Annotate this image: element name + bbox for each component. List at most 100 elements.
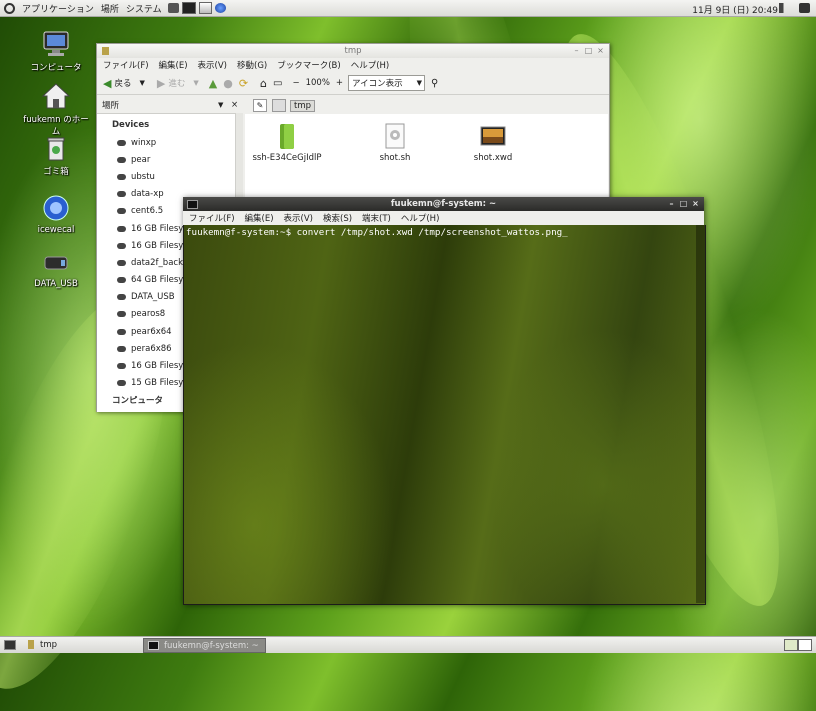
network-icon[interactable] (167, 3, 179, 13)
forward-button[interactable]: ▶ 進む ▼ (157, 77, 199, 90)
forward-arrow-icon: ▶ (156, 76, 166, 90)
drive-icon (117, 156, 126, 163)
chevron-down-icon[interactable]: ▼ (218, 101, 223, 109)
file-name: ssh-E34CeGjIdlP (252, 153, 322, 163)
sidebar-header[interactable]: 場所 ▼ × (97, 97, 243, 113)
folder-icon (28, 640, 34, 649)
menu-view[interactable]: 表示(V) (284, 212, 313, 224)
sidebar-item-label: pear6x64 (131, 326, 172, 337)
home-folder-icon (41, 82, 71, 110)
sidebar-item-label: 16 GB Filesys (131, 361, 188, 372)
minimize-button[interactable]: – (572, 46, 581, 55)
desktop-icon-data-usb[interactable]: DATA_USB (21, 248, 91, 289)
chevron-down-icon: ▼ (416, 79, 423, 87)
file-item[interactable]: ssh-E34CeGjIdlP (247, 122, 327, 163)
chevron-down-icon: ▼ (139, 79, 145, 87)
drive-icon (117, 259, 126, 266)
drive-icon (117, 294, 126, 301)
taskbar-item-tmp[interactable]: tmp (24, 638, 140, 651)
menu-help[interactable]: ヘルプ(H) (351, 59, 390, 71)
zoom-in-button[interactable]: + (336, 78, 343, 88)
desktop-icon-label: DATA_USB (34, 279, 78, 289)
close-button[interactable]: × (596, 46, 605, 55)
folder-icon (102, 47, 109, 55)
home-button[interactable]: ⌂ (260, 77, 267, 90)
close-icon[interactable]: × (231, 100, 238, 110)
drive-icon (117, 380, 126, 387)
reload-button[interactable]: ⟳ (239, 77, 248, 90)
menu-edit[interactable]: 編集(E) (245, 212, 274, 224)
file-manager-titlebar[interactable]: tmp – □ × (97, 44, 609, 58)
taskbar-item-terminal[interactable]: fuukemn@f-system: ~ (143, 638, 266, 653)
back-label: 戻る (114, 79, 132, 89)
places-menu[interactable]: 場所 (101, 2, 119, 15)
window-title: tmp (344, 46, 362, 56)
desktop-icon-trash[interactable]: ゴミ箱 (21, 134, 91, 177)
distro-logo-icon[interactable] (4, 2, 15, 14)
terminal-launcher-icon[interactable] (181, 2, 196, 14)
sidebar-item-label: 16 GB Filesys (131, 240, 188, 251)
clock[interactable]: 11月 9日 (日) 20:49 (692, 3, 778, 16)
view-mode-value: アイコン表示 (352, 79, 403, 89)
view-mode-select[interactable]: アイコン表示 ▼ (348, 75, 426, 91)
desktop-icon-label: ゴミ箱 (43, 167, 69, 177)
drive-icon (117, 363, 126, 370)
terminal-window: fuukemn@f-system: ~ – □ × ファイル(F) 編集(E) … (183, 197, 706, 605)
home-launcher-icon[interactable] (198, 2, 212, 14)
menu-bookmarks[interactable]: ブックマーク(B) (277, 59, 340, 71)
menu-terminal[interactable]: 端末(T) (362, 212, 391, 224)
sidebar-item-label: DATA_USB (131, 292, 175, 303)
script-file-icon (382, 122, 408, 150)
terminal-scrollbar[interactable] (696, 225, 705, 603)
minimize-button[interactable]: – (667, 199, 676, 208)
workspace-2[interactable] (798, 639, 812, 651)
drive-icon (117, 208, 126, 215)
close-button[interactable]: × (691, 199, 700, 208)
maximize-button[interactable]: □ (584, 46, 593, 55)
sidebar-item-label: pearos8 (131, 309, 166, 320)
stop-button[interactable]: ● (223, 77, 233, 90)
up-button[interactable]: ▲ (209, 77, 217, 90)
workspace-1[interactable] (784, 639, 798, 651)
forward-label: 進む (168, 79, 186, 89)
desktop-icon-icewecal[interactable]: icewecal (21, 194, 91, 235)
terminal-icon (187, 200, 198, 209)
menu-edit[interactable]: 編集(E) (159, 59, 188, 71)
app-launcher-icon[interactable] (214, 3, 226, 13)
applications-menu[interactable]: アプリケーション (22, 2, 94, 15)
file-item[interactable]: shot.xwd (453, 122, 533, 163)
show-desktop-icon[interactable] (4, 640, 16, 650)
desktop-icon-computer[interactable]: コンピュータ (21, 30, 91, 73)
edit-location-icon[interactable]: ✎ (253, 99, 267, 112)
terminal-body[interactable]: fuukemn@f-system:~$ convert /tmp/shot.xw… (183, 225, 706, 605)
drive-icon (117, 277, 126, 284)
drive-icon (117, 139, 126, 146)
computer-button[interactable]: ▭ (273, 78, 282, 89)
menu-file[interactable]: ファイル(F) (103, 59, 149, 71)
path-tmp-button[interactable]: tmp (290, 99, 316, 112)
image-file-icon (480, 122, 506, 150)
desktop-icon-home[interactable]: fuukemn のホーム (21, 82, 91, 137)
sidebar-item-pear[interactable]: pear (97, 151, 235, 168)
maximize-button[interactable]: □ (679, 199, 688, 208)
menu-file[interactable]: ファイル(F) (189, 212, 235, 224)
volume-icon[interactable] (779, 3, 790, 13)
zoom-out-button[interactable]: − (292, 78, 299, 88)
terminal-titlebar[interactable]: fuukemn@f-system: ~ – □ × (183, 197, 704, 211)
sidebar-item-winxp[interactable]: winxp (97, 134, 235, 151)
file-item[interactable]: shot.sh (355, 122, 435, 163)
desktop-icon-label: icewecal (37, 225, 75, 235)
shutdown-icon[interactable] (799, 3, 810, 13)
sidebar-item-label: data-xp (131, 189, 164, 200)
app-icon (41, 194, 71, 222)
menu-go[interactable]: 移動(G) (237, 59, 267, 71)
menu-view[interactable]: 表示(V) (198, 59, 227, 71)
menu-search[interactable]: 検索(S) (323, 212, 352, 224)
search-icon[interactable]: ⚲ (431, 78, 438, 89)
back-button[interactable]: ◀ 戻る ▼ (103, 77, 145, 90)
drive-icon[interactable] (272, 99, 286, 112)
system-menu[interactable]: システム (126, 2, 162, 15)
menu-help[interactable]: ヘルプ(H) (401, 212, 440, 224)
drive-icon (117, 173, 126, 180)
sidebar-item-ubstu[interactable]: ubstu (97, 168, 235, 185)
